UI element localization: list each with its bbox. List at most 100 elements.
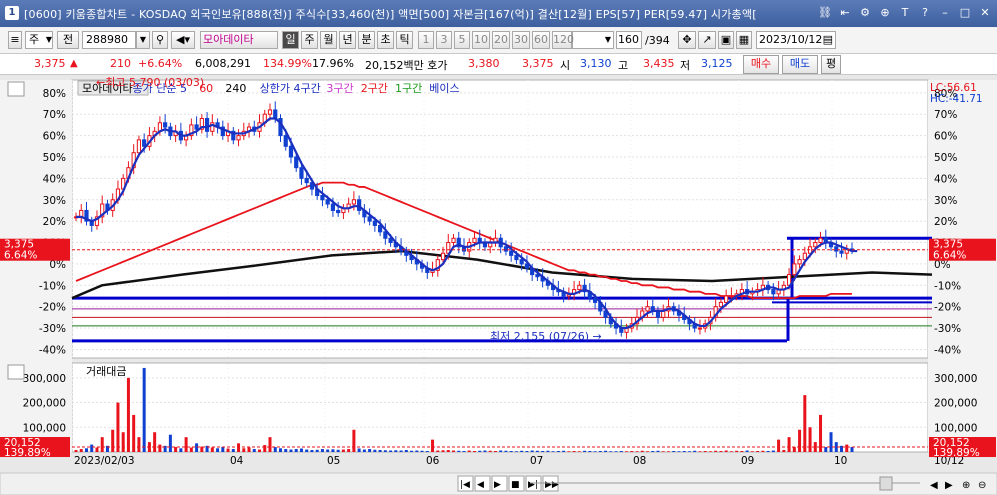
volume-bar: [504, 450, 508, 452]
window-id-badge[interactable]: 1: [5, 6, 19, 20]
volume-bar: [84, 448, 88, 452]
font-size-icon[interactable]: T: [897, 5, 913, 21]
candle-body: [136, 139, 142, 154]
search-icon[interactable]: ⚲: [152, 31, 168, 49]
volume-bar: [389, 450, 393, 452]
close-icon[interactable]: ✕: [977, 5, 993, 21]
volume-pct-right: 139.89%: [933, 447, 980, 459]
volume-bar: [420, 450, 424, 452]
candle-body: [283, 135, 288, 147]
chart-toolbar: ≡ 주 ▼ 전 288980 ▼ ⚲ ◀▾ 모아데이타 ▼ 160 /394 ✥ …: [0, 28, 997, 54]
interval-button-10[interactable]: 10: [472, 31, 490, 49]
candle-body: [236, 135, 241, 141]
settings-icon[interactable]: ⚙: [857, 5, 873, 21]
volume-bar: [357, 448, 361, 452]
tool-icon[interactable]: ✥: [678, 31, 696, 49]
volume-tick-left: 100,000: [23, 422, 66, 434]
help-icon[interactable]: ?: [917, 5, 933, 21]
volume-bar: [535, 450, 539, 452]
code-dropdown-icon[interactable]: ▼: [136, 31, 150, 49]
link-icon[interactable]: ⛓: [817, 5, 833, 21]
volume-bar: [714, 450, 718, 452]
volume-bar: [514, 451, 518, 452]
up-arrow-icon: ▲: [70, 58, 78, 69]
legend-item: 3구간: [326, 82, 353, 95]
volume-bar: [258, 449, 262, 452]
interval-button-1[interactable]: 1: [418, 31, 434, 49]
market-select[interactable]: 주 ▼: [25, 31, 53, 49]
volume-bar: [352, 429, 356, 452]
date-input[interactable]: 2023/10/12 ▤: [756, 31, 836, 49]
volume-bar: [310, 450, 314, 452]
tab-period-0[interactable]: 일: [282, 31, 299, 49]
volume-bar: [410, 450, 414, 452]
menu-icon[interactable]: ≡: [8, 31, 22, 49]
minimize-icon[interactable]: –: [937, 5, 953, 21]
interval-button-20[interactable]: 20: [492, 31, 510, 49]
tab-period-1[interactable]: 주: [301, 31, 318, 49]
pin-icon[interactable]: ⊕: [877, 5, 893, 21]
stock-code-input[interactable]: 288980: [82, 31, 136, 49]
save-icon[interactable]: ▣: [718, 31, 734, 49]
volume-bar: [850, 447, 854, 452]
period-button[interactable]: 전: [57, 31, 79, 49]
y-tick-right: -20%: [934, 302, 961, 314]
legend-item: 상한가 4구간: [260, 82, 321, 95]
volume-bar: [729, 451, 733, 452]
volume-bar: [121, 432, 125, 452]
stock-chart[interactable]: 80% 80%70% 70%60% 60%50% 50%40% 40%30% 30%20% 2…: [0, 75, 997, 495]
volume-title: 거래대금: [86, 365, 126, 378]
scroll-right-icon: ▶: [945, 480, 953, 491]
grid-icon[interactable]: ▦: [736, 31, 752, 49]
volume-bar: [216, 448, 220, 452]
tab-period-3[interactable]: 년: [339, 31, 356, 49]
scroll-left-icon: ◀: [930, 480, 938, 491]
candle-body: [724, 295, 729, 303]
volume-bar: [315, 449, 319, 452]
chevron-down-icon: ▼: [604, 35, 611, 44]
interval-button-60[interactable]: 60: [532, 31, 550, 49]
volume-bar: [415, 450, 419, 452]
volume-bar: [598, 451, 602, 452]
volume-bar: [79, 449, 83, 452]
stock-name: 모아데이타: [203, 33, 254, 46]
candle-body: [451, 237, 456, 244]
interval-button-120[interactable]: 120: [552, 31, 574, 49]
candle-body: [472, 237, 477, 244]
interval-button-3[interactable]: 3: [436, 31, 452, 49]
eval-button[interactable]: 평: [821, 55, 841, 74]
candle-body: [697, 327, 703, 330]
volume-bar: [74, 450, 78, 452]
x-tick-label: 08: [633, 455, 646, 467]
chart-add-icon[interactable]: ↗: [698, 31, 716, 49]
open-price: 3,130: [580, 57, 612, 70]
interval-button-5[interactable]: 5: [454, 31, 470, 49]
arrow-left-icon[interactable]: ⇤: [837, 5, 853, 21]
volume-tick-right: 300,000: [934, 373, 977, 385]
volume-bar: [562, 450, 566, 452]
candle-body: [813, 242, 818, 248]
volume-bar: [572, 451, 576, 452]
tab-period-5[interactable]: 초: [377, 31, 394, 49]
buy-button[interactable]: 매수: [743, 55, 779, 74]
volume-bar: [593, 451, 597, 452]
y-tick-left: 70%: [43, 109, 66, 121]
volume-bar: [221, 447, 225, 452]
stock-name-box[interactable]: 모아데이타: [200, 31, 278, 49]
volume-bar: [551, 451, 555, 452]
sell-button[interactable]: 매도: [782, 55, 818, 74]
sound-icon[interactable]: ◀▾: [171, 31, 195, 49]
interval-button-30[interactable]: 30: [512, 31, 530, 49]
volume-bar: [174, 447, 178, 452]
tab-period-6[interactable]: 틱: [396, 31, 413, 49]
tab-period-4[interactable]: 분: [358, 31, 375, 49]
volume-bar: [493, 451, 497, 452]
current-pct-label-right: 6.64%: [933, 250, 966, 262]
unit-select[interactable]: ▼: [572, 31, 614, 49]
maximize-icon[interactable]: □: [957, 5, 973, 21]
volume-bar: [651, 451, 655, 452]
tab-period-2[interactable]: 월: [320, 31, 337, 49]
volume-bar: [635, 451, 639, 452]
count-input[interactable]: 160: [616, 31, 642, 49]
volume-bar: [666, 451, 670, 452]
